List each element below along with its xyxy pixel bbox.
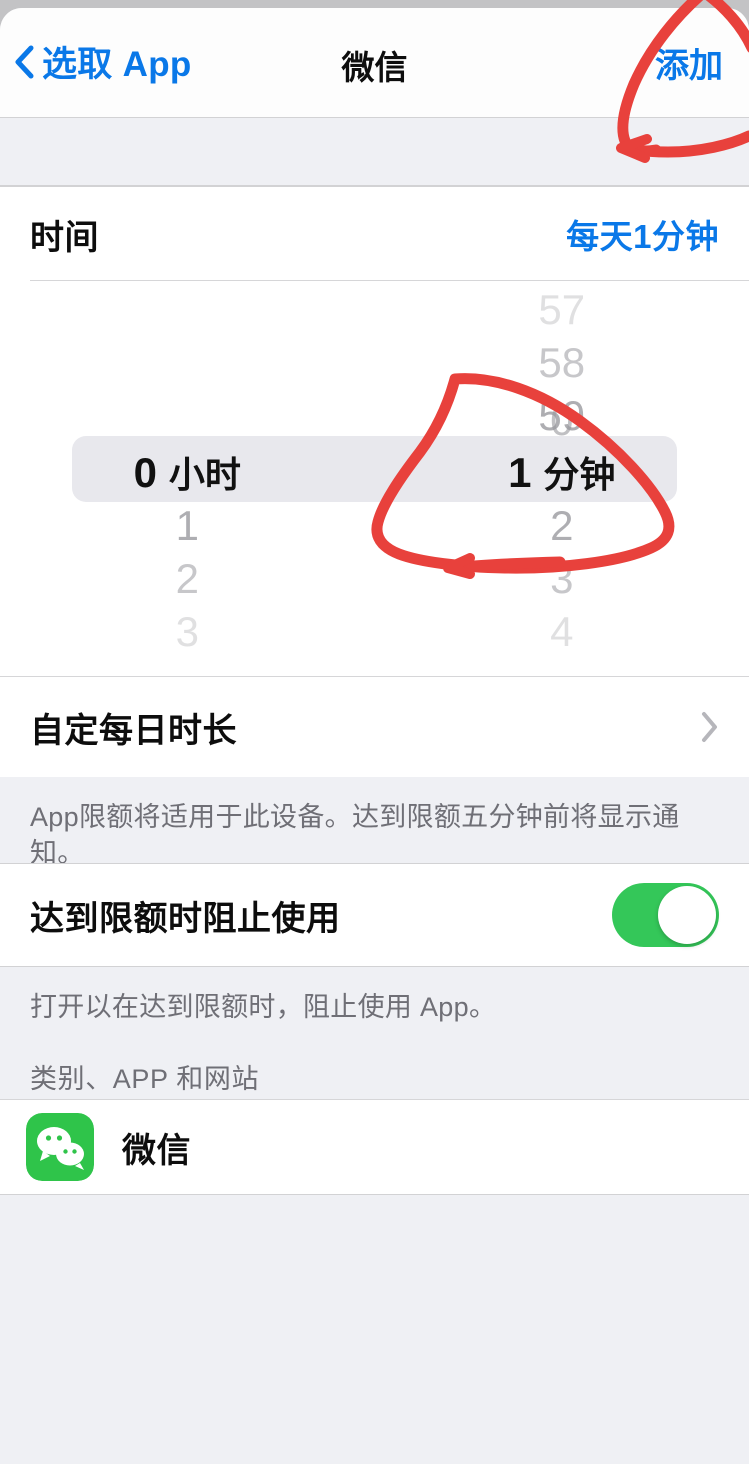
app-list-item[interactable]: 微信 <box>0 1099 749 1195</box>
hours-item[interactable]: 2 <box>0 555 375 603</box>
limit-footer-note: App限额将适用于此设备。达到限额五分钟前将显示通知。 <box>0 777 749 868</box>
hours-selected-item[interactable]: 0 小时 <box>0 446 431 498</box>
minutes-selected-value: 1 <box>508 449 532 496</box>
minutes-item[interactable]: 57 <box>375 286 749 334</box>
block-at-limit-label: 达到限额时阻止使用 <box>30 899 341 938</box>
add-button[interactable]: 添加 <box>655 38 723 87</box>
hours-unit-label: 小时 <box>168 454 241 495</box>
page-title: 微信 <box>341 49 408 86</box>
navigation-bar: 选取 App 微信 添加 <box>0 8 749 118</box>
wechat-icon <box>26 1113 94 1181</box>
section-gap <box>0 118 749 186</box>
minutes-item[interactable]: 58 <box>375 339 749 387</box>
apps-section-header: 类别、APP 和网站 <box>0 1039 749 1099</box>
minutes-unit-label: 分钟 <box>543 454 616 495</box>
block-at-limit-toggle[interactable] <box>612 883 719 947</box>
time-row[interactable]: 时间 每天1分钟 <box>0 186 749 281</box>
phone-screen: 选取 App 微信 添加 时间 每天1分钟 0 小时 1 2 3 57 58 5… <box>0 0 749 1464</box>
minutes-selected-item[interactable]: 1 分钟 <box>375 446 749 498</box>
toggle-knob <box>658 886 716 944</box>
modal-sheet: 选取 App 微信 添加 时间 每天1分钟 0 小时 1 2 3 57 58 5… <box>0 8 749 1464</box>
custom-daily-duration-row[interactable]: 自定每日时长 <box>0 677 749 777</box>
app-name-label: 微信 <box>122 1131 191 1170</box>
custom-daily-duration-label: 自定每日时长 <box>30 711 237 750</box>
chevron-right-icon <box>702 712 717 742</box>
empty-area <box>0 1195 749 1455</box>
hours-wheel[interactable]: 0 小时 1 2 3 <box>0 281 375 676</box>
hours-item[interactable]: 1 <box>0 502 375 550</box>
minutes-item[interactable]: 2 <box>375 502 749 550</box>
time-row-value: 每天1分钟 <box>566 218 719 255</box>
hours-selected-value: 0 <box>133 449 157 496</box>
time-row-label: 时间 <box>30 218 99 257</box>
hours-item[interactable]: 3 <box>0 608 375 656</box>
block-at-limit-row[interactable]: 达到限额时阻止使用 <box>0 863 749 967</box>
minutes-item[interactable]: 3 <box>375 555 749 603</box>
minutes-item[interactable]: 4 <box>375 608 749 656</box>
minutes-item[interactable]: 0 <box>375 397 749 445</box>
minutes-wheel[interactable]: 57 58 59 0 1 分钟 2 3 4 <box>375 281 749 676</box>
duration-picker[interactable]: 0 小时 1 2 3 57 58 59 0 1 分钟 2 3 4 <box>0 281 749 677</box>
block-footer-note: 打开以在达到限额时，阻止使用 App。 <box>0 967 749 1039</box>
